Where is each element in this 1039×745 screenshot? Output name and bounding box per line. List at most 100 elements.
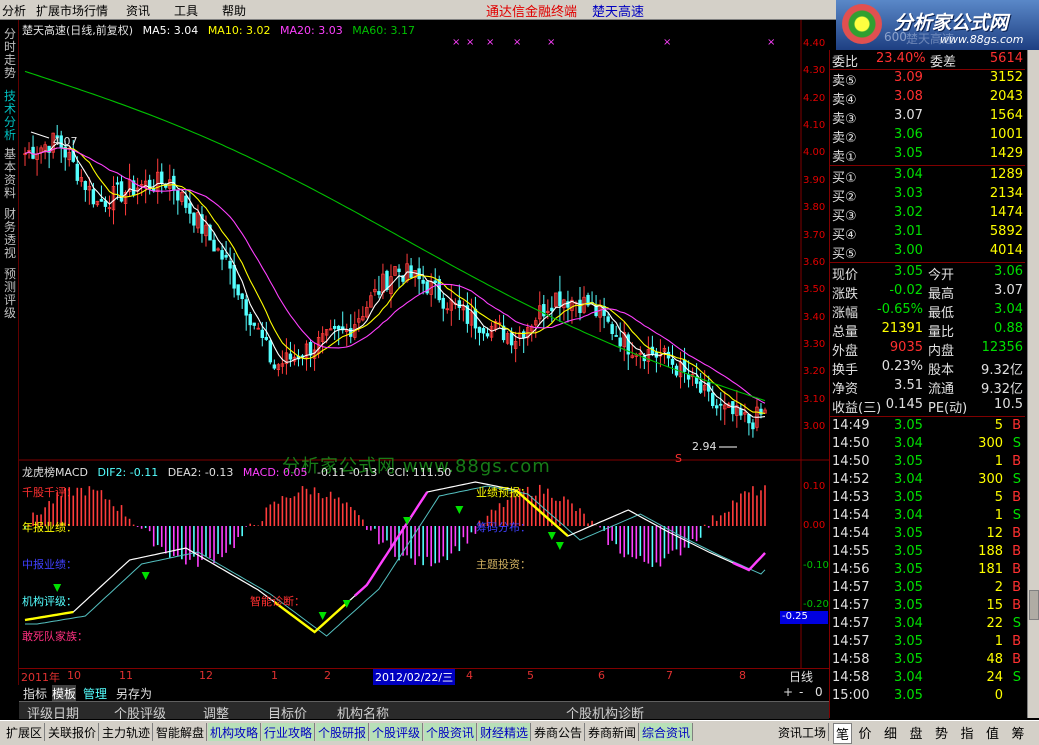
stat-label: 总量 — [832, 325, 859, 340]
date-tick: 10 — [67, 669, 81, 682]
quote-tab[interactable]: 筹 — [1012, 723, 1025, 742]
tab-forecast[interactable]: 预测评级 — [4, 268, 16, 320]
kline-chart[interactable]: × × × × × × × S — [19, 20, 829, 668]
price-tick: 3.50 — [803, 284, 826, 296]
status-tab[interactable]: 个股评级 — [370, 723, 424, 741]
quote-tab[interactable]: 盘 — [910, 723, 923, 742]
ask-label: 卖② — [832, 131, 857, 146]
menu-extended-market[interactable]: 扩展市场行情 — [36, 2, 108, 19]
tab-intraday[interactable]: 分时走势 — [4, 28, 16, 80]
bid-volume: 1474 — [989, 205, 1023, 220]
date-tick: 1 — [271, 669, 278, 682]
buy-arrow-icon — [547, 532, 556, 540]
bid-label: 买⑤ — [832, 247, 857, 262]
candle-body — [244, 299, 248, 316]
status-tab[interactable]: 行业攻略 — [262, 723, 316, 741]
status-tab[interactable]: 关联报价 — [46, 723, 100, 741]
tick-price: 3.04 — [894, 670, 923, 685]
candle-body — [75, 163, 79, 181]
stat-label: 涨跌 — [832, 287, 859, 302]
menu-info[interactable]: 资讯 — [126, 2, 150, 19]
status-tab[interactable]: 扩展区 — [4, 723, 46, 741]
tick-time: 14:57 — [832, 616, 870, 631]
ma-lines — [24, 70, 766, 418]
label-annual-report: 年报业绩： — [22, 521, 77, 534]
tab-technical[interactable]: 技术分析 — [4, 90, 16, 142]
menu-help[interactable]: 帮助 — [222, 2, 246, 19]
quote-tab[interactable]: 势 — [935, 723, 948, 742]
stat-value-2: 10.5 — [994, 397, 1023, 412]
tick-volume: 5 — [994, 418, 1003, 433]
logo-ghost-prefix: 600 — [884, 30, 907, 44]
date-tick: 11 — [119, 669, 133, 682]
stat-label: 现价 — [832, 268, 859, 283]
weibi-value: 23.40% — [876, 51, 926, 66]
candle-body — [558, 291, 562, 307]
bid-price: 3.04 — [894, 167, 923, 182]
tab-indicator[interactable]: 指标 — [23, 685, 47, 702]
tab-template[interactable]: 模板 — [52, 685, 77, 702]
candle-body — [252, 322, 256, 326]
tick-row: 14:57 3.05 1 B — [830, 633, 1025, 651]
candle-body — [618, 337, 622, 347]
status-tab[interactable]: 主力轨迹 — [100, 723, 154, 741]
weibi-row: 委比 23.40% 委差 5614 — [830, 50, 1025, 70]
bid-volume: 5892 — [989, 224, 1023, 239]
tick-price: 3.05 — [894, 418, 923, 433]
tab-finance[interactable]: 财务透视 — [4, 208, 16, 260]
indicator-name[interactable]: 龙虎榜MACD — [22, 466, 88, 479]
candle-body — [521, 331, 526, 339]
tick-price: 3.05 — [894, 580, 923, 595]
zoom-reset-button[interactable]: 0 — [815, 685, 823, 699]
tick-time: 14:49 — [832, 418, 870, 433]
status-tab[interactable]: 综合资讯 — [640, 723, 694, 741]
status-tab[interactable]: 资讯工场 — [776, 723, 830, 741]
ma5-label: MA5: 3.04 — [142, 24, 199, 37]
status-tab[interactable]: 个股研报 — [316, 723, 370, 741]
stat-value: 0.145 — [885, 397, 923, 412]
tick-volume: 12 — [986, 526, 1003, 541]
zoom-in-button[interactable]: + — [783, 685, 793, 699]
tab-save-as[interactable]: 另存为 — [116, 685, 152, 702]
signal-marker: × — [767, 37, 775, 48]
status-tab[interactable]: 智能解盘 — [154, 723, 208, 741]
tick-time: 14:57 — [832, 598, 870, 613]
date-tick: 2011年 — [21, 671, 60, 684]
status-tab[interactable]: 券商公告 — [532, 723, 586, 741]
quote-tab[interactable]: 指 — [961, 723, 974, 742]
status-tab[interactable]: 财经精选 — [478, 723, 532, 741]
zoom-out-button[interactable]: - — [799, 685, 803, 699]
menu-tools[interactable]: 工具 — [174, 2, 198, 19]
buy-arrow-icon — [403, 517, 412, 525]
bid-price: 3.01 — [894, 224, 923, 239]
candle-body — [192, 212, 196, 226]
stat-value: 3.05 — [894, 264, 923, 279]
ma60-label: MA60: 3.17 — [352, 24, 415, 37]
price-tick: 3.90 — [803, 174, 826, 186]
tab-manage[interactable]: 管理 — [83, 685, 107, 702]
quote-tab[interactable]: 细 — [884, 723, 897, 742]
quote-scrollbar[interactable] — [1027, 50, 1039, 718]
tick-time: 14:56 — [832, 562, 870, 577]
bid-price: 3.00 — [894, 243, 923, 258]
candle-body — [550, 307, 554, 312]
stat-label: 换手 — [832, 363, 859, 378]
status-tab[interactable]: 个股资讯 — [424, 723, 478, 741]
candle-body — [509, 332, 514, 346]
scroll-thumb[interactable] — [1029, 590, 1039, 620]
tab-profile[interactable]: 基本资料 — [4, 148, 16, 200]
candle-body — [236, 284, 240, 296]
quote-tab[interactable]: 值 — [986, 723, 999, 742]
status-tab[interactable]: 机构攻略 — [208, 723, 262, 741]
period-label[interactable]: 日线 — [789, 668, 813, 685]
quote-tab[interactable]: 笔 — [833, 723, 853, 744]
bid-volume: 2134 — [989, 186, 1023, 201]
ma-header: 楚天高速(日线,前复权) MA5: 3.04 MA10: 3.02 MA20: … — [22, 22, 421, 38]
tick-price: 3.05 — [894, 688, 923, 703]
ask-volume: 2043 — [989, 89, 1023, 104]
date-tick: 8 — [739, 669, 746, 682]
menu-analysis[interactable]: 分析 — [2, 2, 26, 19]
candle-body — [719, 403, 723, 406]
status-tab[interactable]: 券商新闻 — [586, 723, 640, 741]
quote-tab[interactable]: 价 — [859, 723, 872, 742]
